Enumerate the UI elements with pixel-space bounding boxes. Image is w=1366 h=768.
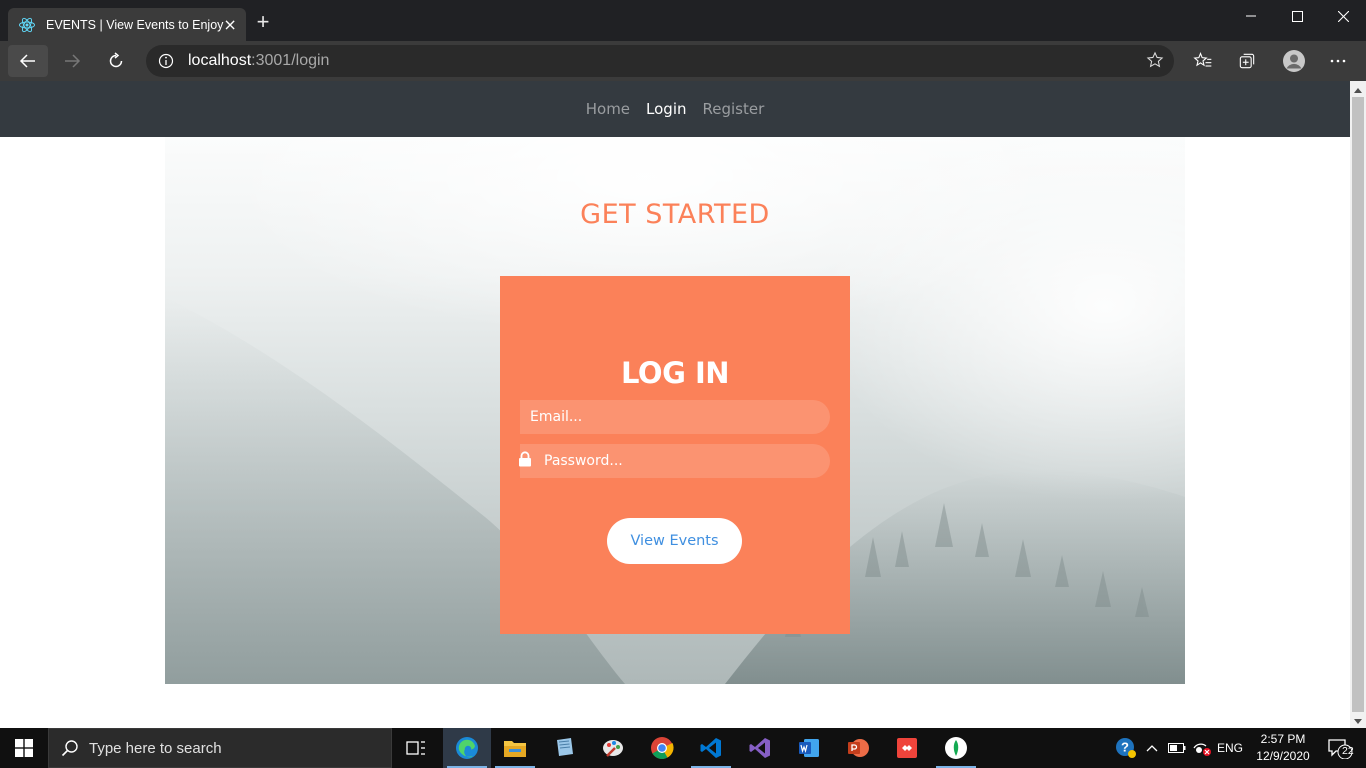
favorite-star-icon[interactable] <box>1146 51 1164 73</box>
svg-text:?: ? <box>1121 740 1129 755</box>
login-title: LOG IN <box>620 356 730 390</box>
taskbar-clock[interactable]: 2:57 PM 12/9/2020 <box>1246 731 1320 765</box>
nav-register-link[interactable]: Register <box>703 100 765 118</box>
minimize-button[interactable] <box>1228 0 1274 32</box>
collections-icon[interactable] <box>1235 49 1259 73</box>
tab-close-icon[interactable]: × <box>223 15 236 34</box>
paint-icon[interactable] <box>589 728 637 768</box>
language-indicator[interactable]: ENG <box>1214 728 1246 768</box>
scrollbar-thumb[interactable] <box>1352 97 1364 712</box>
task-view-icon[interactable] <box>392 728 440 768</box>
search-placeholder: Type here to search <box>89 739 222 757</box>
refresh-icon <box>109 52 123 68</box>
get-started-heading: GET STARTED <box>580 199 770 230</box>
edge-browser-icon[interactable] <box>443 728 491 768</box>
password-field[interactable] <box>544 444 830 478</box>
vscode-icon[interactable] <box>687 728 735 768</box>
powerpoint-icon[interactable] <box>834 728 882 768</box>
show-hidden-icons-chevron-icon[interactable] <box>1142 728 1162 768</box>
email-field[interactable] <box>530 400 830 434</box>
view-events-button[interactable]: View Events <box>607 518 742 564</box>
network-disconnected-icon[interactable] <box>1190 728 1214 768</box>
chrome-icon[interactable] <box>638 728 686 768</box>
hero-foggy-forest-background: GET STARTED LOG IN View Events <box>165 137 1185 684</box>
browser-tab-strip: EVENTS | View Events to Enjoy × + <box>0 0 1366 41</box>
address-bar[interactable]: localhost:3001/login <box>146 45 1174 77</box>
password-field-wrapper <box>518 444 830 478</box>
nav-home-link[interactable]: Home <box>586 100 630 118</box>
maximize-button[interactable] <box>1274 0 1320 32</box>
search-icon <box>61 740 78 757</box>
back-button[interactable] <box>8 45 48 77</box>
email-field-wrapper <box>520 400 830 434</box>
lock-icon <box>518 451 532 471</box>
mongodb-compass-icon[interactable] <box>932 728 980 768</box>
windows-taskbar: Type here to search ? ENG 2:57 PM 12/9/2… <box>0 728 1366 768</box>
web-page: Home Login Register GET STARTED LOG IN E… <box>0 81 1350 728</box>
browser-tab[interactable]: EVENTS | View Events to Enjoy × <box>8 8 246 41</box>
profile-avatar-icon[interactable] <box>1280 47 1308 75</box>
notepad-icon[interactable] <box>540 728 588 768</box>
forward-arrow-icon <box>65 54 81 68</box>
taskbar-search-box[interactable]: Type here to search <box>48 728 392 768</box>
forward-button[interactable] <box>52 45 92 77</box>
battery-icon[interactable] <box>1166 728 1188 768</box>
clock-time: 2:57 PM <box>1260 732 1306 746</box>
new-tab-button[interactable]: + <box>252 11 274 34</box>
close-window-button[interactable] <box>1320 0 1366 32</box>
windows-logo-icon <box>15 739 33 757</box>
scroll-down-icon[interactable] <box>1350 714 1366 728</box>
scroll-up-icon[interactable] <box>1350 83 1366 97</box>
browser-toolbar: localhost:3001/login <box>0 41 1366 81</box>
url-path: :3001/login <box>251 52 330 69</box>
login-card: LOG IN View Events <box>500 276 850 634</box>
refresh-button[interactable] <box>96 45 136 77</box>
visual-studio-icon[interactable] <box>736 728 784 768</box>
anydesk-icon[interactable] <box>883 728 931 768</box>
tab-title: EVENTS | View Events to Enjoy <box>46 17 224 32</box>
notification-center-icon[interactable]: 22 <box>1320 728 1360 768</box>
site-navbar: Home Login Register <box>0 81 1350 137</box>
word-icon[interactable] <box>785 728 833 768</box>
page-scrollbar[interactable] <box>1350 81 1366 728</box>
info-icon[interactable] <box>158 53 174 69</box>
url-host: localhost <box>188 52 252 69</box>
notification-count: 22 <box>1342 745 1354 757</box>
start-button[interactable] <box>0 728 48 768</box>
more-menu-icon[interactable] <box>1326 49 1350 73</box>
back-arrow-icon <box>19 54 35 68</box>
react-icon <box>18 16 36 34</box>
favorites-icon[interactable] <box>1191 49 1215 73</box>
help-icon[interactable]: ? <box>1114 728 1138 768</box>
url-text: localhost:3001/login <box>188 52 329 70</box>
nav-login-link[interactable]: Login <box>646 100 686 118</box>
file-explorer-icon[interactable] <box>491 728 539 768</box>
clock-date: 12/9/2020 <box>1256 749 1310 763</box>
